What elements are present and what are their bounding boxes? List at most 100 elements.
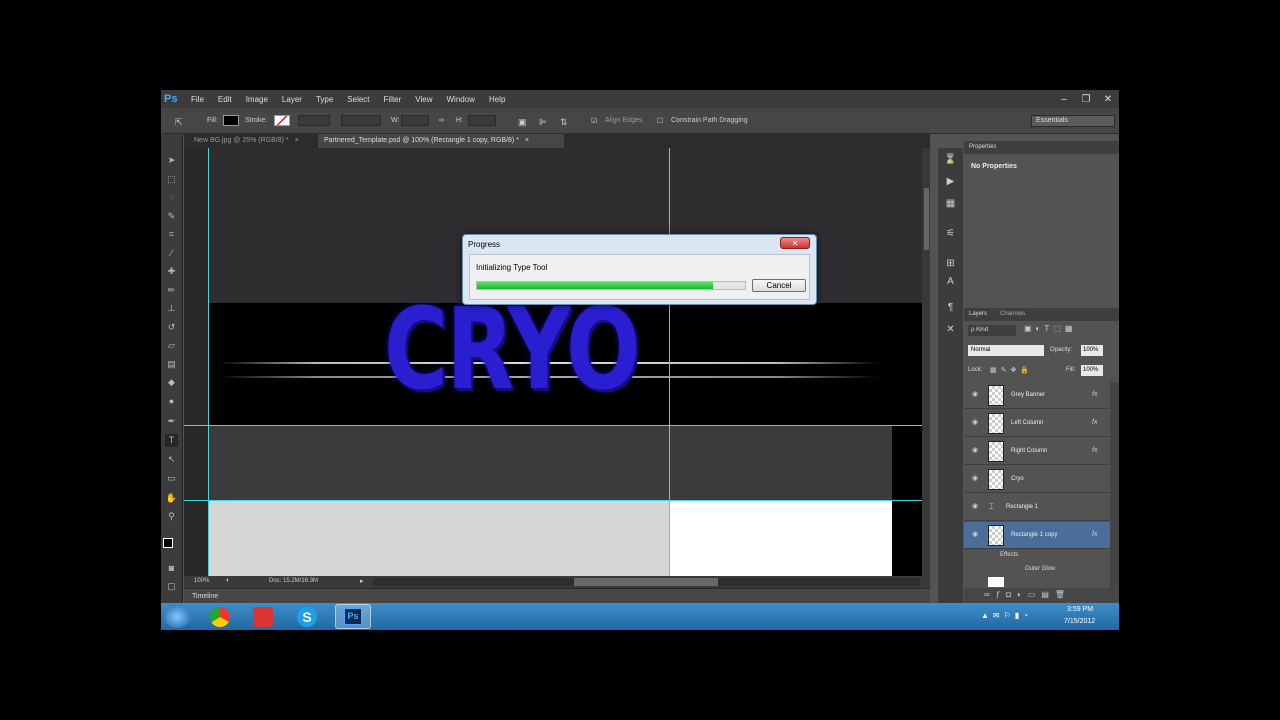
- start-button[interactable]: [164, 605, 190, 628]
- move-tool-icon[interactable]: ➤: [165, 154, 178, 167]
- menu-file[interactable]: File: [191, 95, 204, 104]
- layer-row[interactable]: ◉ Cryo: [964, 466, 1110, 493]
- tab-layers[interactable]: Layers: [969, 311, 987, 317]
- dodge-tool-icon[interactable]: ●: [165, 395, 178, 408]
- hand-tool-icon[interactable]: ✋: [165, 492, 178, 505]
- quick-mask-icon[interactable]: ◙: [165, 562, 178, 575]
- outer-glow-label[interactable]: Outer Glow: [1025, 566, 1055, 572]
- layer-row[interactable]: ◉ Grey Banner fx: [964, 382, 1110, 409]
- layer-row[interactable]: ◉ Left Column fx: [964, 410, 1110, 437]
- height-field[interactable]: [468, 115, 496, 126]
- zoom-level[interactable]: 100%: [194, 578, 209, 584]
- properties-tab[interactable]: Properties: [969, 144, 996, 150]
- clock-time[interactable]: 3:59 PM: [1067, 606, 1093, 613]
- lock-icons[interactable]: ▦✎✥🔒: [990, 366, 1033, 374]
- screen-mode-icon[interactable]: ▢: [165, 580, 178, 593]
- fx-icon[interactable]: fx: [1092, 447, 1097, 454]
- menu-layer[interactable]: Layer: [282, 95, 302, 104]
- opacity-field[interactable]: 100%: [1081, 345, 1103, 356]
- tab-close-icon[interactable]: ×: [295, 137, 299, 144]
- menu-help[interactable]: Help: [489, 95, 505, 104]
- styles-panel-icon[interactable]: ⊞: [943, 258, 958, 270]
- type-tool-icon[interactable]: T: [165, 434, 178, 447]
- path-arrange-icon[interactable]: ⇅: [560, 117, 568, 128]
- horizontal-scroll-thumb[interactable]: [574, 578, 718, 586]
- history-brush-icon[interactable]: ↺: [165, 321, 178, 334]
- width-field[interactable]: [401, 115, 429, 126]
- fill-field[interactable]: 100%: [1081, 365, 1103, 376]
- tray-icons[interactable]: ▲✉⚐▮◔: [981, 611, 1032, 620]
- path-align-icon[interactable]: ⊫: [539, 117, 547, 128]
- eyedropper-tool-icon[interactable]: ⁄: [165, 247, 178, 260]
- layer-row[interactable]: ◉ Right Column fx: [964, 438, 1110, 465]
- fx-icon[interactable]: fx: [1092, 531, 1097, 538]
- path-selection-tool-icon[interactable]: ↖: [165, 453, 178, 466]
- blend-mode-dropdown[interactable]: Normal: [968, 345, 1044, 356]
- zoom-tool-icon[interactable]: ⚲: [165, 510, 178, 523]
- tool-presets-icon[interactable]: ✕: [943, 324, 958, 336]
- blur-tool-icon[interactable]: ◆: [165, 376, 178, 389]
- crop-tool-icon[interactable]: ⌗: [165, 228, 178, 241]
- menu-edit[interactable]: Edit: [218, 95, 232, 104]
- status-arrow-icon[interactable]: ▸: [360, 577, 364, 585]
- swatches-panel-icon[interactable]: ▦: [943, 198, 958, 210]
- visibility-eye-icon[interactable]: ◉: [972, 530, 978, 538]
- cancel-button[interactable]: Cancel: [752, 279, 806, 292]
- layer-row-selected[interactable]: ◉ Rectangle 1 copy fx: [964, 522, 1110, 549]
- guide-horizontal-2[interactable]: [184, 500, 922, 501]
- path-ops-icon[interactable]: ▣: [518, 117, 527, 128]
- layer-actions-bar[interactable]: ∞ƒ◘◐▭▤🗑: [964, 588, 1119, 603]
- guide-vertical-center[interactable]: [669, 148, 670, 576]
- fx-icon[interactable]: fx: [1092, 419, 1097, 426]
- quick-select-tool-icon[interactable]: ✎: [165, 210, 178, 223]
- healing-tool-icon[interactable]: ✚: [165, 265, 178, 278]
- tab-partnered-template[interactable]: Partnered_Template.psd @ 100% (Rectangle…: [318, 134, 564, 148]
- constrain-checkbox[interactable]: ☐: [657, 117, 663, 125]
- tab-channels[interactable]: Channels: [1000, 311, 1025, 317]
- menu-image[interactable]: Image: [246, 95, 268, 104]
- menu-type[interactable]: Type: [316, 95, 333, 104]
- actions-panel-icon[interactable]: ▶: [943, 176, 958, 188]
- clock-date[interactable]: 7/15/2012: [1064, 618, 1095, 625]
- align-edges-checkbox[interactable]: ☑: [591, 117, 597, 125]
- layers-scrollbar[interactable]: [1110, 382, 1119, 588]
- filter-kind-dropdown[interactable]: ρ Kind: [968, 325, 1016, 336]
- stroke-swatch[interactable]: [274, 115, 290, 126]
- paragraph-panel-icon[interactable]: ¶: [943, 302, 958, 314]
- vertical-scroll-thumb[interactable]: [924, 188, 929, 250]
- stroke-type-dropdown[interactable]: [341, 115, 381, 126]
- skype-icon[interactable]: S: [297, 607, 317, 627]
- link-icon[interactable]: ∞: [439, 117, 444, 124]
- fx-icon[interactable]: fx: [1092, 391, 1097, 398]
- close-button[interactable]: ✕: [1097, 94, 1119, 105]
- visibility-eye-icon[interactable]: ◉: [972, 502, 978, 510]
- guide-vertical-left[interactable]: [208, 148, 209, 576]
- restore-button[interactable]: ❐: [1075, 94, 1097, 105]
- marquee-tool-icon[interactable]: ⬚: [165, 173, 178, 186]
- menu-select[interactable]: Select: [347, 95, 369, 104]
- tab-new-bg[interactable]: New BG.jpg @ 25% (RGB/8) * ×: [188, 134, 314, 148]
- workspace-dropdown[interactable]: Essentials: [1031, 115, 1115, 127]
- dialog-close-button[interactable]: ✕: [780, 237, 810, 249]
- gradient-tool-icon[interactable]: ▤: [165, 358, 178, 371]
- visibility-eye-icon[interactable]: ◉: [972, 474, 978, 482]
- foreground-color-swatch[interactable]: [163, 538, 173, 548]
- adjustments-panel-icon[interactable]: ⚟: [943, 228, 958, 240]
- eraser-tool-icon[interactable]: ▱: [165, 339, 178, 352]
- character-panel-icon[interactable]: A: [943, 276, 958, 288]
- brush-tool-icon[interactable]: ✏: [165, 284, 178, 297]
- menu-view[interactable]: View: [415, 95, 432, 104]
- stamp-tool-icon[interactable]: ⊥: [165, 302, 178, 315]
- shape-tool-icon[interactable]: ▭: [165, 472, 178, 485]
- minimize-button[interactable]: –: [1053, 94, 1075, 105]
- visibility-eye-icon[interactable]: ◉: [972, 446, 978, 454]
- guide-horizontal-1[interactable]: [184, 425, 922, 426]
- photoshop-taskbar-button[interactable]: Ps: [335, 604, 371, 629]
- tab-close-icon[interactable]: ×: [525, 137, 529, 144]
- fill-swatch[interactable]: [223, 115, 239, 126]
- lasso-tool-icon[interactable]: ◌: [165, 191, 178, 204]
- history-panel-icon[interactable]: ⌛: [943, 154, 958, 166]
- stroke-width-field[interactable]: [298, 115, 330, 126]
- timeline-tab[interactable]: Timeline: [192, 593, 218, 600]
- path-select-tool-icon[interactable]: ⇱: [175, 117, 183, 128]
